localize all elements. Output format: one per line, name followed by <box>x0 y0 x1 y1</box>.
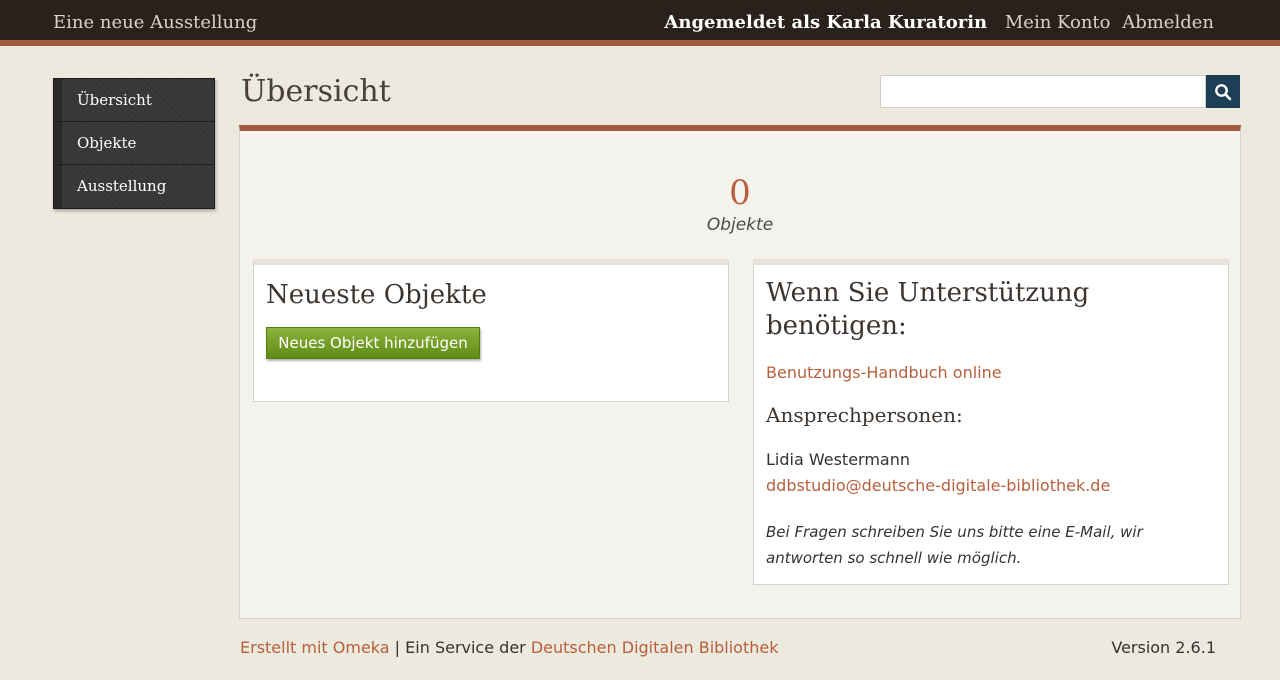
help-heading: Wenn Sie Unterstützung benötigen: <box>766 278 1090 341</box>
sidebar-item-overview[interactable]: Übersicht <box>54 79 214 122</box>
ddb-link[interactable]: Deutschen Digitalen Bibliothek <box>531 638 779 657</box>
manual-link[interactable]: Benutzungs-Handbuch online <box>766 363 1002 382</box>
footer-credits: Erstellt mit Omeka | Ein Service der Deu… <box>240 638 779 657</box>
help-panel: Wenn Sie Unterstützung benötigen: Benutz… <box>753 259 1229 585</box>
search-icon <box>1215 83 1232 100</box>
logout-link[interactable]: Abmelden <box>1122 12 1214 33</box>
logged-in-label: Angemeldet als Karla Kuratorin <box>664 12 988 33</box>
search-button[interactable] <box>1206 75 1240 108</box>
user-nav: Angemeldet als Karla Kuratorin Mein Kont… <box>664 12 1214 33</box>
contact-name: Lidia Westermann <box>766 450 910 469</box>
my-account-link[interactable]: Mein Konto <box>1005 12 1111 33</box>
footer-separator: | Ein Service der <box>389 638 531 657</box>
search-input[interactable] <box>880 75 1206 108</box>
contact-email-link[interactable]: ddbstudio@deutsche-digitale-bibliothek.d… <box>766 476 1110 495</box>
sidebar-item-items[interactable]: Objekte <box>54 122 214 165</box>
add-item-button[interactable]: Neues Objekt hinzufügen <box>266 327 480 359</box>
items-count[interactable]: 0 <box>240 173 1240 213</box>
sidebar-item-exhibit[interactable]: Ausstellung <box>54 165 214 208</box>
site-title-link[interactable]: Eine neue Ausstellung <box>53 12 257 33</box>
page-title: Übersicht <box>241 74 391 109</box>
items-count-label: Objekte <box>706 215 774 235</box>
recent-items-heading: Neueste Objekte <box>266 280 487 310</box>
recent-items-panel: Neueste Objekte Neues Objekt hinzufügen <box>253 259 729 402</box>
omeka-link[interactable]: Erstellt mit Omeka <box>240 638 390 657</box>
contacts-heading: Ansprechpersonen: <box>766 403 963 427</box>
dashboard-panel: 0 Objekte Neueste Objekte Neues Objekt h… <box>239 125 1241 619</box>
search-form <box>880 75 1240 108</box>
sidebar-nav: Übersicht Objekte Ausstellung <box>53 78 215 209</box>
contact-note: Bei Fragen schreiben Sie uns bitte eine … <box>766 523 1143 567</box>
version-label: Version 2.6.1 <box>1111 638 1216 657</box>
top-bar: Eine neue Ausstellung Angemeldet als Kar… <box>0 0 1280 46</box>
